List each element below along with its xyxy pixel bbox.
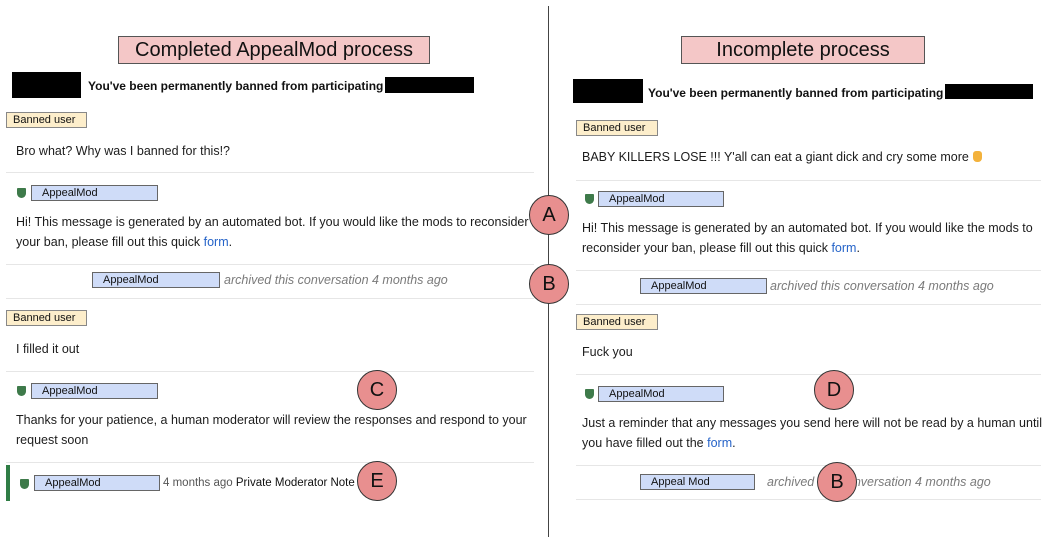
- moderator-note-bar: [6, 465, 10, 501]
- banned-user-tag: Banned user: [6, 112, 87, 128]
- banned-user-message-text: BABY KILLERS LOSE !!! Y'all can eat a gi…: [582, 150, 969, 164]
- appealmod-message-text: Hi! This message is generated by an auto…: [582, 221, 1033, 255]
- annotation-marker-b: B: [817, 462, 857, 502]
- appealmod-message: Hi! This message is generated by an auto…: [582, 221, 1033, 255]
- appealmod-message: Thanks for your patience, a human modera…: [16, 413, 527, 447]
- appealmod-message: Hi! This message is generated by an auto…: [16, 215, 529, 249]
- appealmod-message-text: Hi! This message is generated by an auto…: [16, 215, 529, 249]
- annotation-marker-a: A: [529, 195, 569, 235]
- shield-icon: [20, 479, 29, 489]
- form-link[interactable]: form: [204, 235, 229, 249]
- appealmod-tag: AppealMod: [598, 191, 724, 207]
- reminder-message-text: Just a reminder that any messages you se…: [582, 416, 1042, 450]
- appealmod-tag: AppealMod: [34, 475, 160, 491]
- hand-emoji-icon: [972, 151, 982, 162]
- archived-status: archived this conversation 4 months ago: [767, 475, 991, 489]
- redacted-subreddit-name: [385, 77, 474, 93]
- divider: [6, 172, 534, 173]
- appealmod-tag: AppealMod: [598, 386, 724, 402]
- divider: [6, 264, 534, 265]
- divider: [576, 499, 1041, 500]
- moderator-note-meta: 4 months ago Private Moderator Note: [163, 477, 355, 489]
- ban-header: You've been permanently banned from part…: [88, 79, 384, 93]
- form-link[interactable]: form: [707, 436, 732, 450]
- banned-user-tag: Banned user: [576, 120, 658, 136]
- divider: [576, 304, 1041, 305]
- banned-user-tag: Banned user: [6, 310, 87, 326]
- form-link[interactable]: form: [831, 241, 856, 255]
- divider: [576, 374, 1041, 375]
- note-type-label: Private Moderator Note: [235, 477, 355, 489]
- annotation-marker-b: B: [529, 264, 569, 304]
- appealmod-reminder-message: Just a reminder that any messages you se…: [582, 416, 1042, 450]
- annotation-marker-c: C: [357, 370, 397, 410]
- redacted-subreddit-block: [12, 72, 81, 98]
- annotation-marker-e: E: [357, 461, 397, 501]
- banned-user-tag: Banned user: [576, 314, 658, 330]
- banned-user-message: BABY KILLERS LOSE !!! Y'all can eat a gi…: [582, 147, 1042, 167]
- shield-icon: [17, 386, 26, 396]
- ban-header: You've been permanently banned from part…: [648, 86, 944, 100]
- archived-by-tag: AppealMod: [640, 278, 767, 294]
- divider: [576, 465, 1041, 466]
- redacted-subreddit-name: [945, 84, 1033, 99]
- shield-icon: [585, 194, 594, 204]
- appealmod-tag: AppealMod: [31, 383, 158, 399]
- banned-user-message: Fuck you: [582, 345, 633, 359]
- banned-user-message: I filled it out: [16, 342, 80, 356]
- annotation-marker-d: D: [814, 370, 854, 410]
- archived-by-tag: Appeal Mod: [640, 474, 755, 490]
- shield-icon: [17, 188, 26, 198]
- completed-process-title: Completed AppealMod process: [118, 36, 430, 64]
- incomplete-process-panel: Incomplete process You've been permanent…: [551, 0, 1045, 537]
- redacted-subreddit-block: [573, 79, 643, 103]
- appealmod-tag: AppealMod: [31, 185, 158, 201]
- divider: [576, 270, 1041, 271]
- archived-status: archived this conversation 4 months ago: [770, 279, 994, 293]
- divider: [576, 180, 1041, 181]
- divider: [6, 462, 534, 463]
- shield-icon: [585, 389, 594, 399]
- divider: [6, 298, 534, 299]
- banned-user-message: Bro what? Why was I banned for this!?: [16, 144, 230, 158]
- incomplete-process-title: Incomplete process: [681, 36, 925, 64]
- archived-by-tag: AppealMod: [92, 272, 220, 288]
- archived-status: archived this conversation 4 months ago: [224, 273, 448, 287]
- note-timestamp: 4 months ago: [163, 477, 233, 489]
- completed-process-panel: Completed AppealMod process You've been …: [0, 0, 548, 537]
- divider: [6, 371, 534, 372]
